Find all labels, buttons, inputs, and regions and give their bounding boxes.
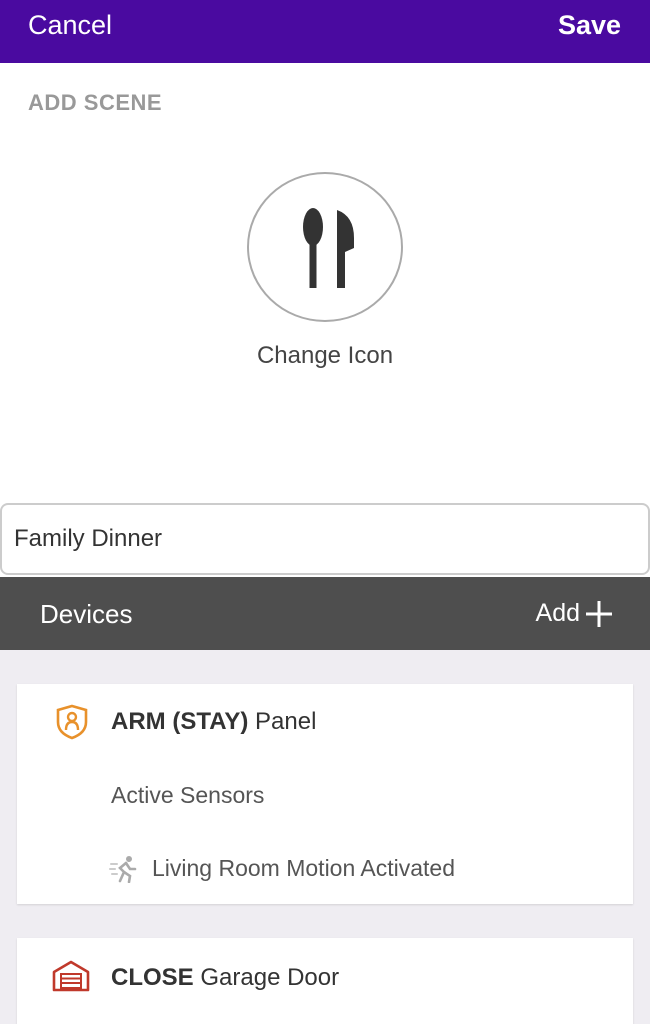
device-name: Panel bbox=[255, 708, 317, 735]
running-motion-icon bbox=[109, 856, 137, 883]
change-icon-link[interactable]: Change Icon bbox=[0, 342, 650, 370]
plus-icon bbox=[586, 600, 612, 627]
cancel-button[interactable]: Cancel bbox=[28, 10, 112, 41]
garage-icon bbox=[52, 960, 90, 992]
add-device-button[interactable]: Add bbox=[536, 599, 612, 628]
save-button[interactable]: Save bbox=[558, 10, 621, 41]
device-card-garage[interactable]: CLOSE Garage Door bbox=[17, 938, 633, 1024]
device-action-line: ARM (STAY) Panel bbox=[111, 708, 316, 736]
sensor-name: Living Room Motion bbox=[152, 855, 356, 881]
top-navigation-bar: Cancel Save bbox=[0, 0, 650, 63]
shield-person-icon bbox=[56, 704, 88, 740]
device-action-line: CLOSE Garage Door bbox=[111, 964, 339, 992]
scene-icon-button[interactable] bbox=[247, 172, 403, 322]
device-action: CLOSE bbox=[111, 964, 194, 991]
sensor-line: Living Room Motion Activated bbox=[152, 855, 455, 882]
device-name: Garage Door bbox=[200, 964, 340, 991]
active-sensors-label: Active Sensors bbox=[111, 782, 265, 808]
device-action: ARM (STAY) bbox=[111, 708, 249, 735]
dining-utensils-icon bbox=[303, 208, 354, 288]
add-label: Add bbox=[535, 599, 580, 627]
sensor-state: Activated bbox=[360, 855, 455, 881]
devices-header: Devices Add bbox=[0, 577, 650, 650]
page-title: ADD SCENE bbox=[28, 90, 163, 115]
scene-name-input[interactable] bbox=[0, 503, 650, 575]
device-card-panel[interactable]: ARM (STAY) Panel Active Sensors Living R… bbox=[17, 684, 633, 904]
devices-title: Devices bbox=[40, 599, 133, 629]
